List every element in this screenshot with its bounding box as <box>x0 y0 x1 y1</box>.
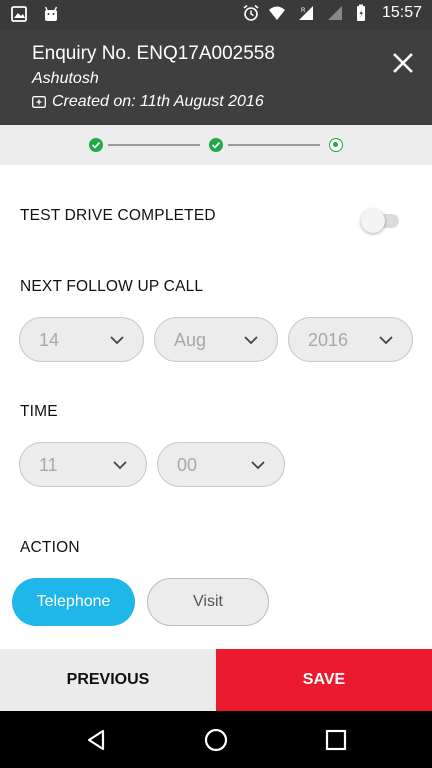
calendar-plus-icon <box>32 96 46 108</box>
test-drive-toggle[interactable] <box>361 208 401 234</box>
signal-icon: R <box>298 6 313 20</box>
follow-up-day-select[interactable]: 14 <box>19 317 144 362</box>
enquiry-title: Enquiry No. ENQ17A002558 <box>32 43 275 64</box>
action-label: ACTION <box>20 539 80 556</box>
toggle-thumb <box>361 209 385 233</box>
android-icon <box>44 6 58 21</box>
chevron-down-icon <box>110 336 124 345</box>
time-hour-select[interactable]: 11 <box>19 442 147 487</box>
recents-icon[interactable] <box>323 727 349 753</box>
chevron-down-icon <box>251 461 265 470</box>
step-2-complete <box>209 138 223 152</box>
chevron-down-icon <box>113 461 127 470</box>
time-minute-select[interactable]: 00 <box>157 442 285 487</box>
step-1-complete <box>89 138 103 152</box>
follow-up-year-select[interactable]: 2016 <box>288 317 413 362</box>
navigation-bar <box>0 711 432 768</box>
follow-up-month-select[interactable]: Aug <box>154 317 278 362</box>
roaming-indicator: R <box>301 8 306 14</box>
test-drive-label: TEST DRIVE COMPLETED <box>20 207 216 224</box>
created-date: Created on: 11th August 2016 <box>32 93 264 111</box>
enquiry-header: Enquiry No. ENQ17A002558 Ashutosh Create… <box>0 30 432 125</box>
day-value: 14 <box>39 330 60 350</box>
action-telephone-button[interactable]: Telephone <box>12 578 135 626</box>
month-value: Aug <box>174 330 207 350</box>
signal-icon <box>327 6 342 20</box>
status-time: 15:57 <box>381 4 422 21</box>
step-connector <box>228 144 320 146</box>
minute-value: 00 <box>177 455 198 475</box>
save-button[interactable]: SAVE <box>216 649 432 711</box>
check-icon <box>91 141 101 149</box>
action-visit-button[interactable]: Visit <box>147 578 269 626</box>
image-icon <box>11 6 27 22</box>
step-connector <box>108 144 200 146</box>
back-icon[interactable] <box>84 727 110 753</box>
alarm-icon <box>243 4 259 21</box>
home-icon[interactable] <box>203 727 229 753</box>
check-icon <box>211 141 221 149</box>
customer-name: Ashutosh <box>32 70 99 87</box>
follow-up-label: NEXT FOLLOW UP CALL <box>20 278 204 295</box>
hour-value: 11 <box>39 455 58 475</box>
status-bar: R 15:57 <box>0 0 432 30</box>
chevron-down-icon <box>244 336 258 345</box>
chevron-down-icon <box>379 336 393 345</box>
year-value: 2016 <box>308 330 349 350</box>
close-icon[interactable] <box>390 50 416 76</box>
wifi-icon <box>268 6 285 20</box>
battery-icon <box>356 4 365 21</box>
time-label: TIME <box>20 403 58 420</box>
created-date-label: Created on: 11th August 2016 <box>52 93 264 110</box>
previous-button[interactable]: PREVIOUS <box>0 649 216 711</box>
step-3-current <box>329 138 343 152</box>
progress-stepper <box>0 125 432 165</box>
